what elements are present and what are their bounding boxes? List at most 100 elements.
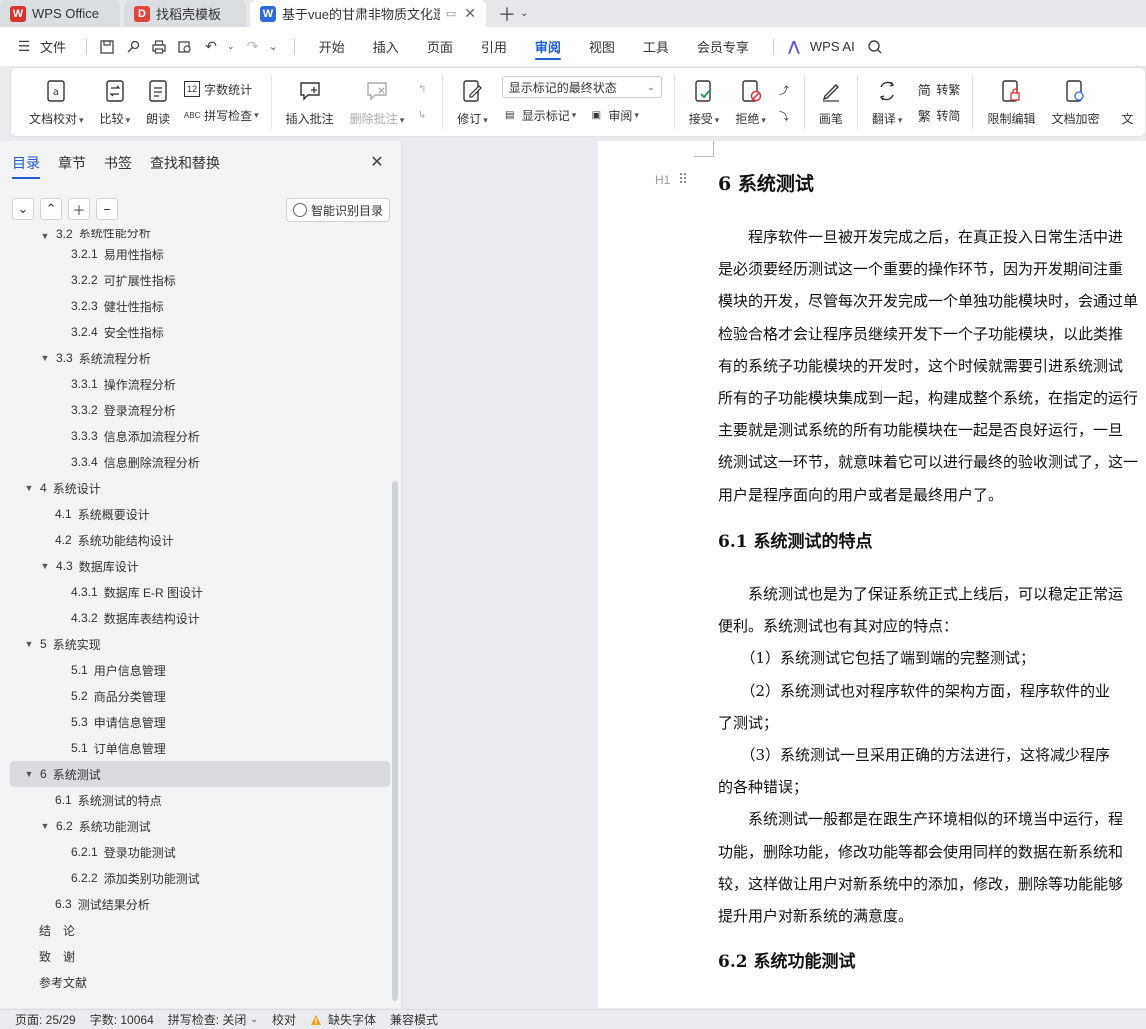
outline-item[interactable]: 3.2.3 健壮性指标 (10, 293, 390, 319)
compat-mode-status[interactable]: 兼容模式 (390, 1011, 438, 1028)
outline-item[interactable]: ▼ 4 系统设计 (10, 475, 390, 501)
next-comment-button[interactable]: ↳ (414, 102, 434, 128)
smart-toc-button[interactable]: 智能识别目录 (286, 198, 391, 222)
ink-button[interactable]: 画笔 (819, 72, 843, 132)
heading-level-tag[interactable]: H1 (655, 173, 670, 187)
restrict-edit-button[interactable]: 限制编辑 (987, 72, 1035, 132)
outline-item[interactable]: 4.3.2 数据库表结构设计 (10, 605, 390, 631)
outline-item[interactable]: 6.2.2 添加类别功能测试 (10, 865, 390, 891)
print-preview-icon[interactable] (175, 37, 195, 57)
scrollbar[interactable] (392, 481, 398, 1001)
next-change-button[interactable]: ⤵ (776, 102, 796, 128)
tab-page[interactable]: 页面 (413, 27, 467, 66)
remove-icon[interactable]: − (96, 198, 118, 220)
review-pane-button[interactable]: ▣ 审阅 ▾ (588, 102, 639, 128)
insert-comment-button[interactable]: 插入批注 (286, 72, 334, 132)
to-traditional-button[interactable]: 简转繁 (916, 76, 961, 102)
outline-item[interactable]: 4.3.1 数据库 E-R 图设计 (10, 579, 390, 605)
reject-button[interactable]: 拒绝 ▾ (735, 72, 766, 132)
doc-check-button[interactable]: a 文档校对 ▾ (29, 72, 84, 132)
prev-comment-button[interactable]: ↰ (414, 76, 434, 102)
undo-icon[interactable]: ↶ (201, 37, 221, 57)
document-page[interactable]: H1 ⠿ 6 系统测试 程序软件一旦被开发完成之后，在真正投入日常生活中进 是必须… (598, 141, 1146, 1008)
outline-item[interactable]: 4.1 系统概要设计 (10, 501, 390, 527)
expand-icon[interactable]: ⌃ (40, 198, 62, 220)
cut-off-button[interactable]: 文 (1115, 72, 1139, 132)
drag-handle-icon[interactable]: ⠿ (678, 171, 688, 188)
close-tab-icon[interactable]: ✕ (464, 5, 476, 22)
expand-arrow-icon[interactable]: ▼ (40, 353, 50, 363)
missing-font-status[interactable]: 缺失字体 (310, 1011, 376, 1028)
proof-status[interactable]: 校对 (272, 1011, 296, 1028)
outline-item[interactable]: 3.2.1 易用性指标 (10, 241, 390, 267)
tab-review[interactable]: 审阅 (521, 27, 575, 66)
compare-button[interactable]: 比较 ▾ (100, 72, 130, 132)
show-markup-button[interactable]: ▤ 显示标记 ▾ (502, 102, 576, 128)
outline-item[interactable]: 5.3 申请信息管理 (10, 709, 390, 735)
monitor-icon[interactable]: ▭ (446, 7, 456, 20)
expand-arrow-icon[interactable]: ▼ (40, 561, 50, 571)
translate-button[interactable]: 翻译 ▾ (872, 72, 902, 132)
redo-icon[interactable]: ↷ (243, 37, 263, 57)
file-menu[interactable]: ☰ 文件 (14, 37, 66, 57)
expand-arrow-icon[interactable]: ▼ (40, 821, 50, 831)
add-icon[interactable]: ＋ (68, 198, 90, 220)
spell-check-status[interactable]: 拼写检查: 关闭 ⌄ (168, 1011, 258, 1028)
outline-item[interactable]: 6.3 测试结果分析 (10, 891, 390, 917)
tab-references[interactable]: 引用 (467, 27, 521, 66)
outline-item[interactable]: 6.1 系统测试的特点 (10, 787, 390, 813)
search-icon[interactable] (865, 37, 885, 57)
outline-item[interactable]: 5.1 订单信息管理 (10, 735, 390, 761)
delete-comment-button[interactable]: 删除批注 ▾ (350, 72, 404, 132)
outline-item[interactable]: 结 论 (10, 917, 390, 943)
expand-arrow-icon[interactable]: ▼ (24, 483, 34, 493)
outline-item[interactable]: 5.1 用户信息管理 (10, 657, 390, 683)
outline-item[interactable]: 3.3.1 操作流程分析 (10, 371, 390, 397)
word-count-indicator[interactable]: 字数: 10064 (90, 1011, 154, 1028)
nav-tab-chapter[interactable]: 章节 (58, 153, 86, 177)
outline-item[interactable]: 3.3.2 登录流程分析 (10, 397, 390, 423)
print-icon[interactable] (149, 37, 169, 57)
close-icon[interactable]: ✕ (369, 155, 385, 171)
expand-arrow-icon[interactable]: ▼ (24, 639, 34, 649)
tab-member[interactable]: 会员专享 (683, 27, 763, 66)
encrypt-button[interactable]: 文档加密 (1051, 72, 1099, 132)
accept-button[interactable]: 接受 ▾ (689, 72, 719, 132)
tab-home[interactable]: 开始 (305, 27, 359, 66)
outline-item[interactable]: 4.2 系统功能结构设计 (10, 527, 390, 553)
tab-template[interactable]: D 找稻壳模板 (124, 0, 246, 27)
undo-dropdown-icon[interactable]: ⌄ (227, 41, 235, 52)
outline-item[interactable]: ▼ 4.3 数据库设计 (10, 553, 390, 579)
more-chevron-icon[interactable]: ⌄ (269, 40, 278, 53)
chevron-down-icon[interactable]: ⌄ (520, 8, 528, 19)
outline-item[interactable]: 5.2 商品分类管理 (10, 683, 390, 709)
nav-tab-bookmark[interactable]: 书签 (104, 153, 132, 177)
share-icon[interactable] (123, 37, 143, 57)
display-mode-select[interactable]: 显示标记的最终状态 ⌄ (501, 76, 662, 98)
outline-item[interactable]: 3.2.4 安全性指标 (10, 319, 390, 345)
expand-arrow-icon[interactable]: ▼ (40, 231, 50, 241)
outline-item[interactable]: ▼ 3.3 系统流程分析 (10, 345, 390, 371)
nav-tab-toc[interactable]: 目录 (12, 153, 40, 179)
collapse-icon[interactable]: ⌄ (12, 198, 34, 220)
outline-item[interactable]: ▼ 5 系统实现 (10, 631, 390, 657)
outline-item[interactable]: 致 谢 (10, 943, 390, 969)
tab-wps-office[interactable]: W WPS Office (0, 0, 120, 27)
word-count-button[interactable]: 12 字数统计 (184, 76, 259, 102)
outline-item[interactable]: 6.2.1 登录功能测试 (10, 839, 390, 865)
wps-ai-button[interactable]: ⋀ WPS AI (784, 37, 855, 57)
prev-change-button[interactable]: ⤴ (776, 76, 796, 102)
expand-arrow-icon[interactable]: ▼ (24, 769, 34, 779)
outline-item[interactable]: 3.3.3 信息添加流程分析 (10, 423, 390, 449)
page-indicator[interactable]: 页面: 25/29 (15, 1011, 76, 1028)
outline-item[interactable]: 参考文献 (10, 969, 390, 995)
tab-document[interactable]: W 基于vue的甘肃非物质文化遗产 ▭ ✕ (250, 0, 486, 27)
tab-view[interactable]: 视图 (575, 27, 629, 66)
tab-insert[interactable]: 插入 (359, 27, 413, 66)
outline-item[interactable]: ▼ 6.2 系统功能测试 (10, 813, 390, 839)
nav-tab-find-replace[interactable]: 查找和替换 (150, 153, 220, 177)
read-aloud-button[interactable]: 朗读 (146, 72, 170, 132)
outline-item[interactable]: 3.3.4 信息删除流程分析 (10, 449, 390, 475)
to-simplified-button[interactable]: 繁转简 (916, 102, 961, 128)
spell-check-button[interactable]: ABC 拼写检查 ▾ (184, 102, 259, 128)
